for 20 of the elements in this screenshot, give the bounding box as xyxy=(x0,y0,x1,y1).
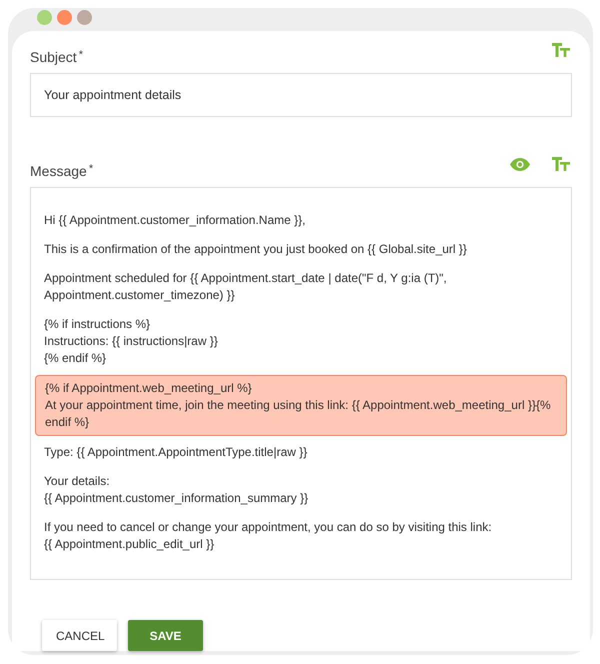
message-label: Message* xyxy=(30,163,94,179)
subject-field[interactable]: Your appointment details xyxy=(30,73,572,117)
message-paragraph: {% if instructions %} Instructions: {{ instructions|raw }} {% endif %} xyxy=(43,316,219,367)
text-size-icon[interactable] xyxy=(552,43,570,57)
subject-label: Subject* xyxy=(30,49,83,65)
window-dot[interactable] xyxy=(37,10,52,25)
message-paragraph: This is a confirmation of the appointment you just booked on {{ Global.site_url }} xyxy=(43,241,468,258)
highlighted-paragraph: {% if Appointment.web_meeting_url %} At your appointment time, join the meeting using this link: {{ Appointment.web_meeting_url }}{% endif %} xyxy=(35,375,567,436)
window-dot[interactable] xyxy=(77,10,92,25)
save-button[interactable]: SAVE xyxy=(128,620,203,651)
text-size-icon[interactable] xyxy=(552,157,570,171)
window-dot[interactable] xyxy=(57,10,72,25)
message-paragraph: Hi {{ Appointment.customer_information.Name }}, xyxy=(43,212,306,229)
message-paragraph: Appointment scheduled for {{ Appointment.start_date | date("F d, Y g:ia (T)", Appointment.customer_timezone) }} xyxy=(43,270,448,304)
message-paragraph: Type: {{ Appointment.AppointmentType.title|raw }} xyxy=(43,444,308,461)
message-paragraph: Your details: {{ Appointment.customer_information_summary }} xyxy=(43,473,310,507)
eye-icon[interactable] xyxy=(510,158,530,170)
message-field[interactable] xyxy=(30,187,572,580)
cancel-button[interactable]: CANCEL xyxy=(42,620,117,651)
message-paragraph: If you need to cancel or change your appointment, you can do so by visiting this link: {{ Appointment.public_edit_url }} xyxy=(43,519,493,553)
